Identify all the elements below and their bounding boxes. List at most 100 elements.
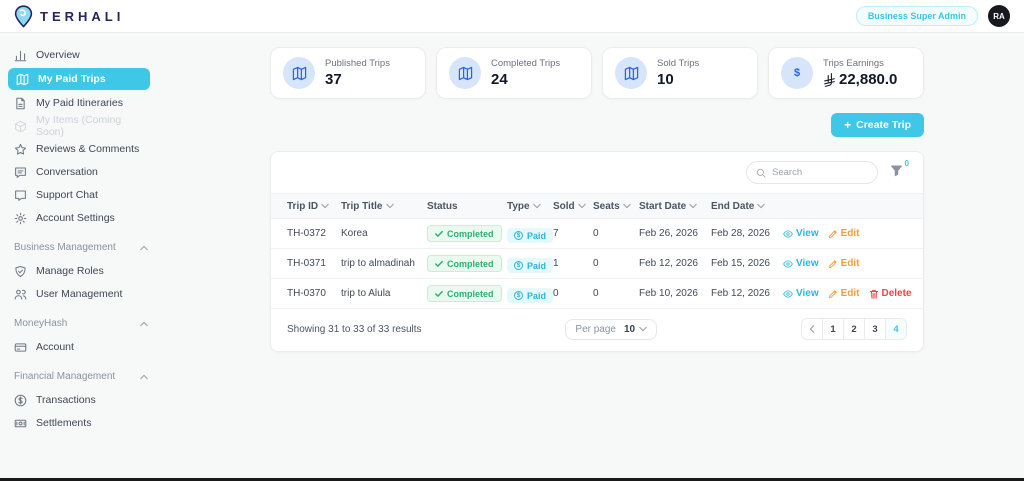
sidebar-item-overview[interactable]: Overview — [0, 45, 152, 65]
view-button[interactable]: View — [783, 228, 819, 239]
star-icon — [14, 143, 27, 156]
cell-start-date: Feb 26, 2026 — [639, 228, 711, 239]
column-header-type[interactable]: Type — [507, 201, 553, 212]
status-badge: Completed — [427, 225, 502, 242]
brand-name: TERHALI — [40, 9, 124, 24]
cell-sold: 7 — [553, 228, 593, 239]
column-header-seats[interactable]: Seats — [593, 201, 639, 212]
sidebar-item-conversation[interactable]: Conversation — [0, 162, 152, 182]
cell-trip-id: TH-0371 — [287, 258, 341, 269]
chevron-up-icon — [140, 244, 148, 252]
sidebar-item-label: Settlements — [36, 417, 91, 429]
stats-row: Published Trips 37 Completed Trips 24 — [270, 47, 924, 99]
sidebar-item-label: Support Chat — [36, 189, 98, 201]
chat-lines-icon — [14, 166, 27, 179]
sidebar-item-reviews-comments[interactable]: Reviews & Comments — [0, 139, 152, 159]
stat-value: 24 — [491, 71, 560, 88]
column-header-status: Status — [427, 201, 507, 212]
main-content: Published Trips 3 7 Completed Trips 24 — [270, 33, 924, 477]
sidebar-item-my-paid-trips[interactable]: My Paid Trips — [8, 68, 150, 90]
page-button-3[interactable]: 3 — [864, 318, 886, 340]
previous-page-button[interactable] — [801, 318, 823, 340]
bar-chart-icon — [14, 49, 27, 62]
banknote-icon — [14, 417, 27, 430]
sidebar-item-user-management[interactable]: User Management — [0, 284, 152, 304]
eye-icon — [783, 289, 793, 299]
section-label: Business Management — [14, 242, 116, 253]
cell-sold: 0 — [553, 288, 593, 299]
sidebar-section-moneyhash[interactable]: MoneyHash — [14, 318, 148, 329]
stat-label: Trips Earnings — [823, 58, 897, 69]
cell-seats: 0 — [593, 258, 639, 269]
cell-sold: 1 — [553, 258, 593, 269]
shield-check-icon — [14, 265, 27, 278]
cell-start-date: Feb 10, 2026 — [639, 288, 711, 299]
stat-label: Published Trips — [325, 58, 390, 69]
edit-button[interactable]: Edit — [828, 258, 860, 269]
dollar-circle-icon — [14, 394, 27, 407]
chevron-down-icon — [386, 202, 394, 210]
sidebar-item-label: Conversation — [36, 166, 98, 178]
cell-seats: 0 — [593, 228, 639, 239]
sidebar-item-support-chat[interactable]: Support Chat — [0, 185, 152, 205]
delete-button[interactable]: Delete — [869, 288, 912, 299]
search-input[interactable] — [772, 167, 868, 178]
check-icon — [435, 290, 443, 298]
results-summary: Showing 31 to 33 of 33 results — [287, 324, 422, 335]
cell-seats: 0 — [593, 288, 639, 299]
status-badge: Completed — [427, 285, 502, 302]
edit-button[interactable]: Edit — [828, 288, 860, 299]
page-button-4[interactable]: 4 — [885, 318, 907, 340]
filter-icon — [890, 164, 903, 177]
create-trip-button[interactable]: + Create Trip — [831, 113, 924, 137]
dollar-icon: $ — [781, 57, 813, 89]
cube-icon — [14, 120, 27, 133]
section-label: Financial Management — [14, 371, 115, 382]
map-icon — [449, 57, 481, 89]
chevron-down-icon — [533, 202, 541, 210]
sidebar-item-account-settings[interactable]: Account Settings — [0, 208, 152, 228]
avatar[interactable]: RA — [988, 5, 1010, 27]
column-header-sold[interactable]: Sold — [553, 201, 593, 212]
cell-end-date: Feb 15, 2026 — [711, 258, 783, 269]
sidebar-item-label: User Management — [36, 288, 122, 300]
page-button-1[interactable]: 1 — [822, 318, 844, 340]
table-footer: Showing 31 to 33 of 33 results Per page … — [271, 309, 923, 351]
cell-trip-id: TH-0372 — [287, 228, 341, 239]
stat-card-completed-trips: Completed Trips 24 — [436, 47, 592, 99]
cell-trip-title: trip to Alula — [341, 288, 427, 299]
top-bar: TERHALI Business Super Admin RA — [0, 0, 1024, 33]
sidebar-item-account[interactable]: Account — [0, 337, 152, 357]
sidebar-item-label: Reviews & Comments — [36, 143, 139, 155]
credit-card-icon — [14, 341, 27, 354]
column-header-start-date[interactable]: Start Date — [639, 201, 711, 212]
sidebar-section-financial-management[interactable]: Financial Management — [14, 371, 148, 382]
search-icon — [756, 168, 766, 178]
edit-button[interactable]: Edit — [828, 228, 860, 239]
page-button-2[interactable]: 2 — [843, 318, 865, 340]
column-header-trip-id[interactable]: Trip ID — [287, 201, 341, 212]
filter-count-badge: 0 — [905, 159, 909, 168]
sidebar-item-manage-roles[interactable]: Manage Roles — [0, 261, 152, 281]
chevron-down-icon — [321, 202, 329, 210]
sidebar-item-label: Transactions — [36, 394, 96, 406]
column-header-end-date[interactable]: End Date — [711, 201, 783, 212]
filter-button[interactable]: 0 — [890, 164, 909, 182]
column-header-trip-title[interactable]: Trip Title — [341, 201, 427, 212]
sidebar-item-my-paid-itineraries[interactable]: My Paid Itineraries — [0, 93, 152, 113]
sidebar-section-business-management[interactable]: Business Management — [14, 242, 148, 253]
stat-value: 22,880.0 — [823, 71, 897, 88]
type-badge: $Paid — [507, 228, 553, 243]
sidebar-item-settlements[interactable]: Settlements — [0, 413, 152, 433]
dollar-coin-icon: $ — [514, 291, 523, 300]
table-toolbar: 0 — [271, 152, 923, 193]
per-page-select[interactable]: Per page 10 — [565, 319, 657, 340]
view-button[interactable]: View — [783, 258, 819, 269]
view-button[interactable]: View — [783, 288, 819, 299]
cell-end-date: Feb 28, 2026 — [711, 228, 783, 239]
sidebar-item-label: Manage Roles — [36, 265, 104, 277]
type-badge: $Paid — [507, 288, 553, 303]
sidebar-item-transactions[interactable]: Transactions — [0, 390, 152, 410]
sidebar-item-label: Account Settings — [36, 212, 115, 224]
chevron-left-icon — [808, 325, 816, 333]
